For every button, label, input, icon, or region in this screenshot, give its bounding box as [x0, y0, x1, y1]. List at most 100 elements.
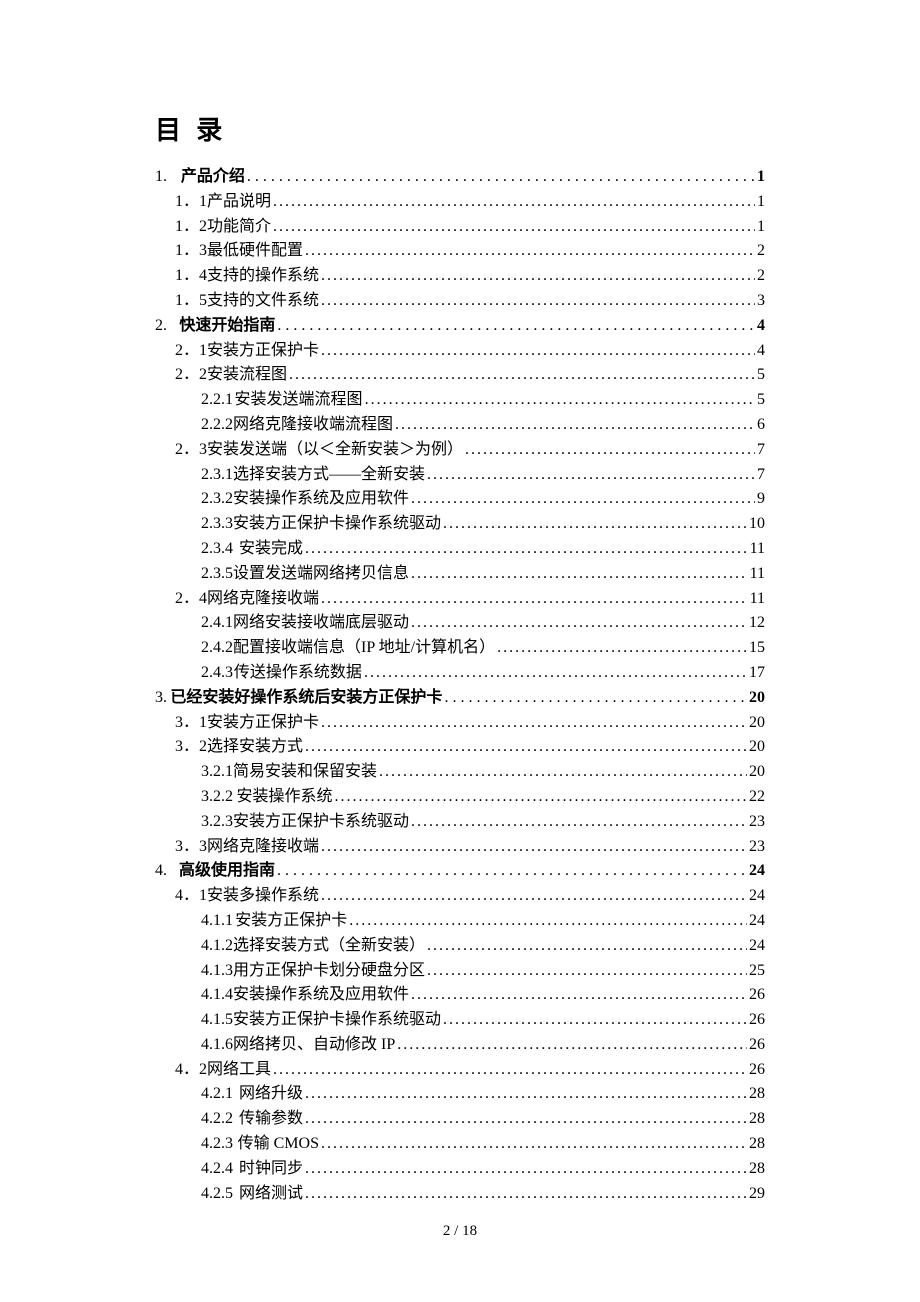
- toc-entry-page: 4: [757, 339, 765, 364]
- toc-entry: 4.2.2传输参数28: [155, 1107, 765, 1132]
- toc-entry: 4.1.3用方正保护卡划分硬盘分区25: [155, 959, 765, 984]
- toc-entry: 2.4.3传送操作系统数据17: [155, 661, 765, 686]
- toc-leader-dots: [411, 810, 747, 835]
- toc-entry: 3.2.2安装操作系统22: [155, 785, 765, 810]
- toc-entry-page: 26: [749, 1008, 765, 1033]
- toc-leader-dots: [364, 661, 747, 686]
- toc-leader-dots: [411, 562, 748, 587]
- toc-entry-number: 3．2: [175, 735, 207, 760]
- toc-entry-page: 6: [757, 413, 765, 438]
- toc-entry-page: 24: [749, 884, 765, 909]
- toc-entry-number: 4.1.1: [201, 909, 235, 934]
- toc-entry-number: 1．4: [175, 264, 207, 289]
- toc-entry-number: 4．2: [175, 1058, 207, 1083]
- toc-leader-dots: [305, 1182, 747, 1207]
- toc-entry-title: 功能简介: [207, 215, 271, 240]
- toc-entry-title: 选择安装方式——全新安装: [233, 463, 425, 488]
- toc-entry: 3.已经安装好操作系统后安装方正保护卡20: [155, 686, 765, 711]
- toc-entry-title: 时钟同步: [239, 1157, 303, 1182]
- toc-entry-number: 2.3.3: [201, 512, 233, 537]
- toc-entry-title: 网络测试: [239, 1182, 303, 1207]
- toc-leader-dots: [411, 983, 747, 1008]
- toc-entry-number: 2．4: [175, 587, 207, 612]
- toc-entry-title: 选择安装方式: [207, 735, 303, 760]
- toc-entry-number: 4．1: [175, 884, 207, 909]
- toc-entry-title: 选择安装方式（全新安装）: [233, 934, 425, 959]
- toc-entry: 4.2.3传输 CMOS 28: [155, 1132, 765, 1157]
- toc-entry-title: 产品说明: [207, 190, 271, 215]
- toc-entry-number: 1．2: [175, 215, 207, 240]
- toc-heading: 目 录: [155, 110, 765, 147]
- toc-entry: 2.3.3安装方正保护卡操作系统驱动10: [155, 512, 765, 537]
- toc-entry-page: 26: [749, 983, 765, 1008]
- toc-entry-page: 5: [757, 363, 765, 388]
- toc-entry-number: 2.2.1: [201, 388, 235, 413]
- toc-entry: 2.4.2配置接收端信息（IP 地址/计算机名）15: [155, 636, 765, 661]
- toc-entry-number: 2．1: [175, 339, 207, 364]
- toc-entry-page: 11: [750, 562, 765, 587]
- toc-entry: 2．1安装方正保护卡4: [155, 339, 765, 364]
- page-footer: 2 / 18: [0, 1223, 920, 1240]
- toc-leader-dots: [305, 1157, 747, 1182]
- toc-entry-number: 4.: [155, 859, 179, 884]
- toc-entry-page: 1: [757, 215, 765, 240]
- toc-entry-number: 4.1.2: [201, 934, 233, 959]
- toc-leader-dots: [321, 1132, 747, 1157]
- toc-leader-dots: [277, 859, 747, 884]
- toc-entry-number: 1．3: [175, 239, 207, 264]
- toc-entry-number: 2.3.2: [201, 487, 233, 512]
- toc-entry: 4.1.1安装方正保护卡24: [155, 909, 765, 934]
- toc-entry-title: 传送操作系统数据: [234, 661, 362, 686]
- toc-leader-dots: [305, 1107, 747, 1132]
- toc-leader-dots: [321, 835, 747, 860]
- toc-entry-page: 20: [749, 760, 765, 785]
- toc-entry-page: 20: [749, 711, 765, 736]
- toc-entry-page: 2: [757, 239, 765, 264]
- toc-leader-dots: [321, 711, 747, 736]
- toc-entry: 1．5支持的文件系统3: [155, 289, 765, 314]
- toc-entry-page: 29: [749, 1182, 765, 1207]
- toc-entry-number: 2.3.1: [201, 463, 233, 488]
- toc-leader-dots: [321, 289, 755, 314]
- toc-entry: 2．4网络克隆接收端11: [155, 587, 765, 612]
- toc-entry-page: 11: [750, 587, 765, 612]
- toc-entry-number: 2.2.2: [201, 413, 233, 438]
- toc-entry-title: 支持的文件系统: [207, 289, 319, 314]
- toc-leader-dots: [277, 314, 755, 339]
- toc-entry-title: 快速开始指南: [179, 314, 275, 339]
- toc-entry-page: 26: [749, 1033, 765, 1058]
- toc-entry-title: 产品介绍: [181, 165, 245, 190]
- toc-entry: 3．3网络克隆接收端23: [155, 835, 765, 860]
- toc-entry-page: 24: [749, 934, 765, 959]
- toc-entry-number: 2.3.5: [201, 562, 233, 587]
- toc-entry-title: 网络工具: [207, 1058, 271, 1083]
- toc-entry: 4.1.2选择安装方式（全新安装） 24: [155, 934, 765, 959]
- toc-entry-title: 传输 CMOS: [238, 1132, 319, 1157]
- toc-entry-title: 网络克隆接收端: [207, 835, 319, 860]
- toc-entry: 2.3.2安装操作系统及应用软件9: [155, 487, 765, 512]
- toc-entry-page: 26: [749, 1058, 765, 1083]
- toc-entry-number: 2．3: [175, 438, 207, 463]
- toc-entry-title: 支持的操作系统: [207, 264, 319, 289]
- toc-entry-title: 安装操作系统及应用软件: [233, 983, 409, 1008]
- toc-entry-number: 3.2.3: [201, 810, 233, 835]
- toc-leader-dots: [289, 363, 755, 388]
- toc-entry: 2.4.1网络安装接收端底层驱动12: [155, 611, 765, 636]
- toc-entry-page: 28: [749, 1132, 765, 1157]
- toc-entry-number: 1.: [155, 165, 181, 190]
- toc-entry: 1.产品介绍1: [155, 165, 765, 190]
- toc-leader-dots: [427, 959, 747, 984]
- toc-entry-page: 23: [749, 835, 765, 860]
- toc-entry-number: 1．1: [175, 190, 207, 215]
- toc-entry-title: 安装方正保护卡系统驱动: [233, 810, 409, 835]
- toc-entry-title: 安装发送端（以＜全新安装＞为例）: [207, 438, 463, 463]
- toc-entry-number: 1．5: [175, 289, 207, 314]
- toc-entry-number: 4.2.3: [201, 1132, 238, 1157]
- toc-entry: 3.2.3安装方正保护卡系统驱动23: [155, 810, 765, 835]
- toc-entry-number: 4.2.4: [201, 1157, 239, 1182]
- toc-entry: 3.2.1简易安装和保留安装20: [155, 760, 765, 785]
- toc-entry-page: 5: [757, 388, 765, 413]
- toc-entry: 4.2.4时钟同步28: [155, 1157, 765, 1182]
- toc-entry: 2.3.4安装完成11: [155, 537, 765, 562]
- toc-entry: 4.高级使用指南24: [155, 859, 765, 884]
